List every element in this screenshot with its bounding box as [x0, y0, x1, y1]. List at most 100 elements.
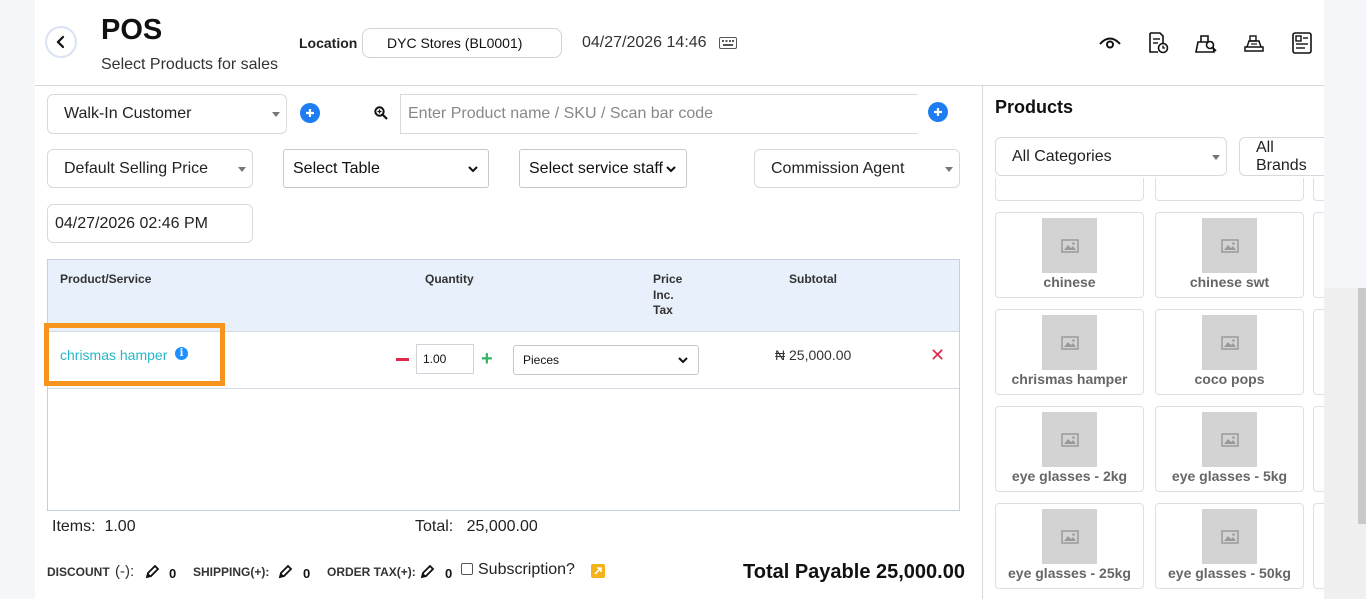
shipping-value: 0 — [303, 566, 311, 581]
external-link-icon[interactable] — [591, 564, 605, 578]
product-search-placeholder: Enter Product name / SKU / Scan bar code — [408, 105, 714, 122]
invoice-clock-icon[interactable] — [1145, 31, 1171, 55]
brand-value: All Brands — [1256, 138, 1307, 174]
unit-value: Pieces — [523, 353, 560, 367]
panel-divider — [982, 86, 983, 599]
register-search-icon[interactable] — [1193, 31, 1219, 55]
product-card-name: chrismas hamper — [1011, 371, 1128, 387]
image-placeholder-icon — [1042, 315, 1097, 370]
remove-row-icon[interactable]: ✕ — [930, 346, 945, 364]
items-value: 1.00 — [104, 518, 136, 535]
header-price-line2: Inc. — [653, 288, 674, 302]
service-staff-select[interactable]: Select service staff — [519, 149, 687, 188]
commission-agent-select[interactable]: Commission Agent — [754, 149, 960, 188]
plus-icon — [934, 108, 942, 116]
image-placeholder-icon — [1202, 315, 1257, 370]
plus-icon — [306, 109, 314, 117]
image-placeholder-icon — [1042, 218, 1097, 273]
pos-app: POS Select Products for sales Location D… — [35, 0, 1324, 599]
unit-select[interactable]: Pieces — [513, 345, 699, 375]
page-title: POS — [101, 14, 163, 46]
add-customer-button[interactable] — [300, 103, 320, 123]
header-product: Product/Service — [60, 272, 152, 286]
info-icon[interactable]: i — [175, 347, 188, 360]
product-card[interactable] — [1313, 178, 1324, 201]
discount-value: 0 — [169, 566, 177, 581]
chevron-down-icon — [238, 166, 246, 172]
pencil-icon[interactable] — [144, 564, 160, 580]
header-price-line1: Price — [653, 272, 683, 286]
commission-agent-value: Commission Agent — [771, 159, 905, 177]
order-tax-value: 0 — [445, 566, 453, 581]
product-card[interactable]: coco pops — [1155, 309, 1304, 395]
products-title: Products — [995, 97, 1074, 117]
product-card[interactable] — [1313, 212, 1324, 298]
total-summary: Total: 25,000.00 — [415, 518, 538, 536]
product-card-name: eye — [1314, 468, 1324, 484]
expense-report-icon[interactable] — [1289, 31, 1315, 55]
product-card[interactable]: eye glasses - 25kg — [995, 503, 1144, 589]
image-placeholder-icon — [1042, 509, 1097, 564]
product-card[interactable] — [1313, 503, 1324, 589]
product-card[interactable]: chrismas hamper — [995, 309, 1144, 395]
items-label: Items: — [52, 518, 96, 535]
cart-table-header: Product/Service Quantity Price Inc. Tax … — [48, 260, 959, 332]
quantity-decrease-button[interactable] — [396, 358, 409, 361]
quantity-input[interactable]: 1.00 — [416, 344, 474, 374]
discount-sign: (-): — [115, 563, 135, 580]
product-card[interactable]: eye — [1313, 406, 1324, 492]
table-select[interactable]: Select Table — [283, 149, 489, 188]
chevron-down-icon — [272, 112, 280, 117]
product-card-name: eye glasses - 25kg — [1008, 565, 1131, 581]
image-placeholder-icon — [1042, 412, 1097, 467]
product-card[interactable] — [1155, 178, 1304, 201]
product-card[interactable]: eye glasses - 2kg — [995, 406, 1144, 492]
location-label: Location — [299, 35, 358, 51]
header-subtotal: Subtotal — [789, 272, 837, 286]
subscription-checkbox[interactable] — [461, 563, 473, 575]
chevron-down-icon — [666, 165, 676, 172]
product-card[interactable]: chinese — [995, 212, 1144, 298]
quantity-value: 1.00 — [423, 352, 447, 366]
location-select[interactable]: DYC Stores (BL0001) — [362, 28, 562, 58]
chevron-left-icon — [56, 35, 65, 49]
row-subtotal: ₦ 25,000.00 — [775, 347, 852, 363]
chevron-down-icon — [468, 165, 478, 172]
transaction-date-value: 04/27/2026 02:46 PM — [55, 214, 209, 232]
product-card-name: eye glasses - 50kg — [1168, 565, 1291, 581]
subscription-label: Subscription? — [478, 561, 575, 578]
product-card[interactable] — [1313, 309, 1324, 395]
image-placeholder-icon — [1202, 509, 1257, 564]
back-button[interactable] — [45, 26, 77, 58]
product-card-name: chinese swt — [1189, 274, 1270, 290]
keyboard-icon[interactable] — [719, 37, 737, 49]
quantity-increase-button[interactable]: + — [481, 349, 493, 369]
product-card-name: chinese — [1043, 274, 1096, 290]
table-row: chrismas hamper i 1.00 + Pieces ₦ 25,000… — [44, 323, 959, 389]
pencil-icon[interactable] — [419, 564, 435, 580]
product-name-link[interactable]: chrismas hamper — [60, 347, 167, 363]
header-datetime: 04/27/2026 14:46 — [582, 34, 707, 51]
search-icon — [374, 106, 388, 120]
product-card[interactable]: eye glasses - 5kg — [1155, 406, 1304, 492]
cash-register-icon[interactable] — [1241, 31, 1267, 55]
customer-select-value: Walk-In Customer — [64, 105, 192, 122]
product-search-input[interactable]: Enter Product name / SKU / Scan bar code — [400, 94, 918, 134]
product-card-name: eye glasses - 5kg — [1171, 468, 1288, 484]
image-placeholder-icon — [1202, 218, 1257, 273]
service-staff-value: Select service staff — [529, 159, 663, 177]
product-card[interactable]: chinese swt — [1155, 212, 1304, 298]
chevron-down-icon — [1212, 154, 1220, 160]
eye-icon[interactable] — [1097, 31, 1123, 55]
price-group-value: Default Selling Price — [64, 159, 209, 177]
scrollbar-thumb[interactable] — [1358, 288, 1366, 524]
add-product-button[interactable] — [928, 102, 948, 122]
transaction-date-input[interactable]: 04/27/2026 02:46 PM — [47, 204, 253, 243]
customer-select[interactable]: Walk-In Customer — [47, 94, 287, 134]
product-card[interactable]: eye glasses - 50kg — [1155, 503, 1304, 589]
category-select[interactable]: All Categories — [995, 137, 1227, 176]
pencil-icon[interactable] — [277, 564, 293, 580]
price-group-select[interactable]: Default Selling Price — [47, 149, 253, 188]
product-card[interactable] — [995, 178, 1144, 201]
brand-select[interactable]: All Brands — [1239, 137, 1324, 176]
